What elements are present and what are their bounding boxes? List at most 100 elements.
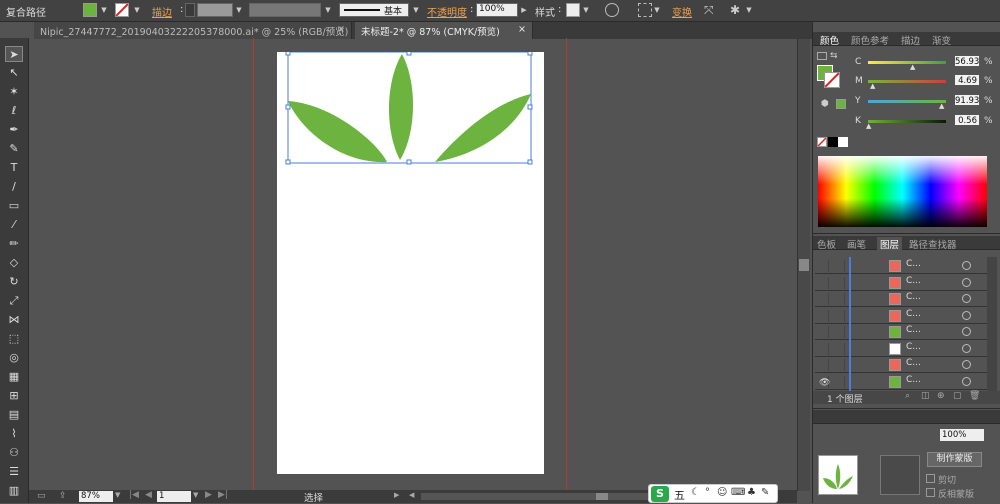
color-spectrum[interactable] xyxy=(818,156,987,227)
line-tool-icon[interactable]: / xyxy=(5,179,23,195)
visibility-toggle[interactable] xyxy=(817,309,829,322)
emoji-icon[interactable]: ☺ xyxy=(717,487,727,498)
sogou-logo[interactable]: S xyxy=(651,486,669,502)
leaf-artwork[interactable] xyxy=(277,52,544,182)
magic-wand-tool-icon[interactable]: ✶ xyxy=(5,84,23,100)
lock-toggle[interactable] xyxy=(833,375,845,388)
chevron-down-icon[interactable]: ▼ xyxy=(133,6,141,14)
target-icon[interactable] xyxy=(962,294,971,303)
column-graph-tool-icon[interactable]: ▥ xyxy=(5,483,23,499)
layer-row[interactable]: C... xyxy=(815,357,992,373)
lock-toggle[interactable] xyxy=(833,309,845,322)
previous-artboard-icon[interactable]: ◀ xyxy=(145,490,152,500)
layer-row[interactable]: C... xyxy=(815,373,992,390)
opacity-label[interactable]: 不透明度 xyxy=(427,4,467,19)
tab-gradient[interactable]: 渐变 xyxy=(932,33,951,47)
lock-toggle[interactable] xyxy=(833,260,845,272)
scrollbar-thumb[interactable] xyxy=(799,259,809,271)
fill-swatch[interactable] xyxy=(83,3,97,17)
type-tool-icon[interactable]: T xyxy=(5,160,23,176)
visibility-toggle[interactable] xyxy=(817,293,829,305)
tab-layers[interactable]: 图层 xyxy=(877,237,903,251)
stroke-swatch[interactable] xyxy=(115,3,129,17)
free-transform-tool-icon[interactable]: ⬚ xyxy=(5,331,23,347)
visibility-toggle[interactable] xyxy=(817,276,829,289)
gamut-swatch[interactable] xyxy=(836,99,846,109)
status-menu-icon[interactable]: ▶ xyxy=(394,491,399,499)
slider-thumb[interactable]: ▲ xyxy=(866,122,871,130)
lock-toggle[interactable] xyxy=(833,276,845,289)
new-layer-icon[interactable]: ▢ xyxy=(953,391,962,401)
lock-toggle[interactable] xyxy=(833,293,845,305)
pen-tool-icon[interactable]: ✒ xyxy=(5,122,23,138)
chevron-down-icon[interactable]: ▼ xyxy=(745,6,753,14)
layer-row[interactable]: C... xyxy=(815,324,992,340)
target-icon[interactable] xyxy=(962,360,971,369)
tab-color-guide[interactable]: 颜色参考 xyxy=(851,33,889,47)
layer-row[interactable]: C... xyxy=(815,274,992,291)
direct-selection-tool-icon[interactable]: ↖ xyxy=(5,65,23,81)
visibility-toggle[interactable] xyxy=(817,326,829,338)
out-of-gamut-icon[interactable]: ⬢ xyxy=(821,99,829,109)
transform-link[interactable]: 变换 xyxy=(672,4,692,19)
target-icon[interactable] xyxy=(962,277,971,287)
close-icon[interactable]: × xyxy=(518,24,526,35)
channel-k-value[interactable]: 0.56 xyxy=(954,114,980,126)
input-mode-label[interactable]: 五 xyxy=(674,487,685,503)
chevron-down-icon[interactable]: ▼ xyxy=(100,6,108,14)
make-mask-button[interactable]: 制作蒙版 xyxy=(927,452,982,467)
make-clipping-mask-icon[interactable]: ◫ xyxy=(921,391,930,401)
chevron-down-icon[interactable]: ▼ xyxy=(115,491,120,499)
scale-tool-icon[interactable]: ⤢ xyxy=(5,293,23,309)
tab-document-2[interactable]: 未标题-2* @ 87% (CMYK/预览) × xyxy=(355,22,533,39)
first-artboard-icon[interactable]: |◀ xyxy=(129,490,139,500)
channel-m-slider[interactable] xyxy=(868,80,946,83)
blend-tool-icon[interactable]: ⚇ xyxy=(5,445,23,461)
tools-icon[interactable]: ✎ xyxy=(761,487,769,498)
target-icon[interactable] xyxy=(962,310,971,320)
chevron-down-icon[interactable]: ▼ xyxy=(235,6,243,14)
stroke-color-box[interactable] xyxy=(824,72,840,88)
channel-m-value[interactable]: 4.69 xyxy=(954,74,980,86)
mask-thumbnail[interactable] xyxy=(880,455,920,495)
opacity-field[interactable]: 100% xyxy=(476,3,518,17)
target-icon[interactable] xyxy=(962,261,971,270)
chevron-down-icon[interactable]: ▼ xyxy=(653,6,661,14)
visibility-toggle[interactable] xyxy=(817,359,829,371)
skin-icon[interactable]: ♣ xyxy=(747,487,756,498)
page-field[interactable]: 1 xyxy=(157,491,191,502)
align-icon[interactable] xyxy=(638,3,652,17)
half-width-icon[interactable]: ☾ xyxy=(691,487,700,498)
tab-pathfinder[interactable]: 路径查找器 xyxy=(909,237,957,251)
channel-y-slider[interactable] xyxy=(868,100,946,103)
symbol-sprayer-tool-icon[interactable]: ☰ xyxy=(5,464,23,480)
visibility-toggle[interactable] xyxy=(817,342,829,355)
lock-toggle[interactable] xyxy=(833,342,845,355)
chevron-down-icon[interactable]: ▼ xyxy=(582,6,590,14)
new-sublayer-icon[interactable]: ⊕ xyxy=(937,391,945,401)
keyboard-icon[interactable]: ⌨ xyxy=(731,487,745,498)
gradient-tool-icon[interactable]: ▤ xyxy=(5,407,23,423)
rectangle-tool-icon[interactable]: ▭ xyxy=(5,198,23,214)
chevron-down-icon[interactable]: ▼ xyxy=(412,6,420,14)
brush-field[interactable]: 基本 xyxy=(339,3,409,17)
channel-y-value[interactable]: 91.93 xyxy=(954,94,980,106)
slider-thumb[interactable]: ▲ xyxy=(939,102,944,110)
isolate-icon[interactable]: ⤧ xyxy=(704,3,718,17)
width-tool-icon[interactable]: ⋈ xyxy=(5,312,23,328)
transparency-opacity-field[interactable]: 100% xyxy=(940,429,984,441)
target-icon[interactable] xyxy=(962,327,971,336)
close-icon[interactable]: × xyxy=(337,24,345,35)
target-icon[interactable] xyxy=(962,343,971,353)
punctuation-icon[interactable]: ° xyxy=(705,487,710,498)
eraser-tool-icon[interactable]: ◇ xyxy=(5,255,23,271)
chevron-down-icon[interactable]: ▼ xyxy=(193,491,198,499)
zoom-field[interactable]: 87% xyxy=(79,491,113,502)
visibility-toggle[interactable] xyxy=(817,260,829,272)
next-artboard-icon[interactable]: ▶ xyxy=(205,490,212,500)
paintbrush-tool-icon[interactable]: ⁄ xyxy=(5,217,23,233)
layers-scrollbar[interactable] xyxy=(987,257,997,392)
layer-row[interactable]: C... xyxy=(815,258,992,274)
tab-swatches[interactable]: 色板 xyxy=(817,237,836,251)
variable-width-field[interactable] xyxy=(249,3,321,17)
